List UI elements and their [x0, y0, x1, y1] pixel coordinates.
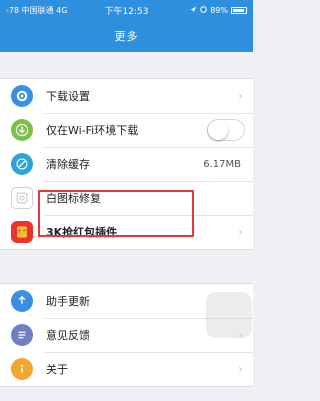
clear-cache-icon [11, 153, 33, 175]
row-label: 3K抢红包插件 [46, 226, 118, 239]
settings-group-1: 下载设置 › 仅在Wi-Fi环境下载 清除缓存 6.17MB 白图标修复 3K抢… [0, 78, 253, 250]
about-icon [11, 358, 33, 380]
update-icon [11, 290, 33, 312]
row-label: 白图标修复 [46, 192, 101, 205]
feedback-icon [11, 324, 33, 346]
row-icon-repair[interactable]: 白图标修复 [0, 181, 253, 215]
gear-icon [11, 85, 33, 107]
row-wifi-only: 仅在Wi-Fi环境下载 [0, 113, 253, 147]
chevron-right-icon: › [238, 362, 243, 376]
row-about[interactable]: 关于 › [0, 352, 253, 386]
battery-fill [233, 8, 244, 12]
row-label: 下载设置 [46, 90, 90, 103]
row-clear-cache[interactable]: 清除缓存 6.17MB [0, 147, 253, 181]
wifi-only-toggle[interactable] [207, 119, 245, 141]
assistive-touch-button[interactable] [206, 292, 252, 338]
nav-bar: 更多 [0, 20, 253, 52]
row-label: 仅在Wi-Fi环境下载 [46, 124, 139, 137]
row-label: 关于 [46, 363, 68, 376]
status-bar: -78 中国联通 4G 下午12:53 89% [0, 0, 253, 20]
chevron-right-icon: › [238, 225, 243, 239]
cache-size-value: 6.17MB [203, 158, 241, 170]
page-title: 更多 [114, 30, 139, 43]
status-time: 下午12:53 [104, 6, 149, 17]
icon-repair-icon [11, 187, 33, 209]
download-icon [11, 119, 33, 141]
battery-icon [231, 6, 247, 14]
row-red-envelope-plugin[interactable]: 3K抢红包插件 › [0, 215, 253, 249]
toggle-knob [208, 120, 228, 140]
row-download-settings[interactable]: 下载设置 › [0, 79, 253, 113]
red-envelope-icon [11, 221, 33, 243]
row-label: 清除缓存 [46, 158, 90, 171]
chevron-right-icon: › [238, 89, 243, 103]
